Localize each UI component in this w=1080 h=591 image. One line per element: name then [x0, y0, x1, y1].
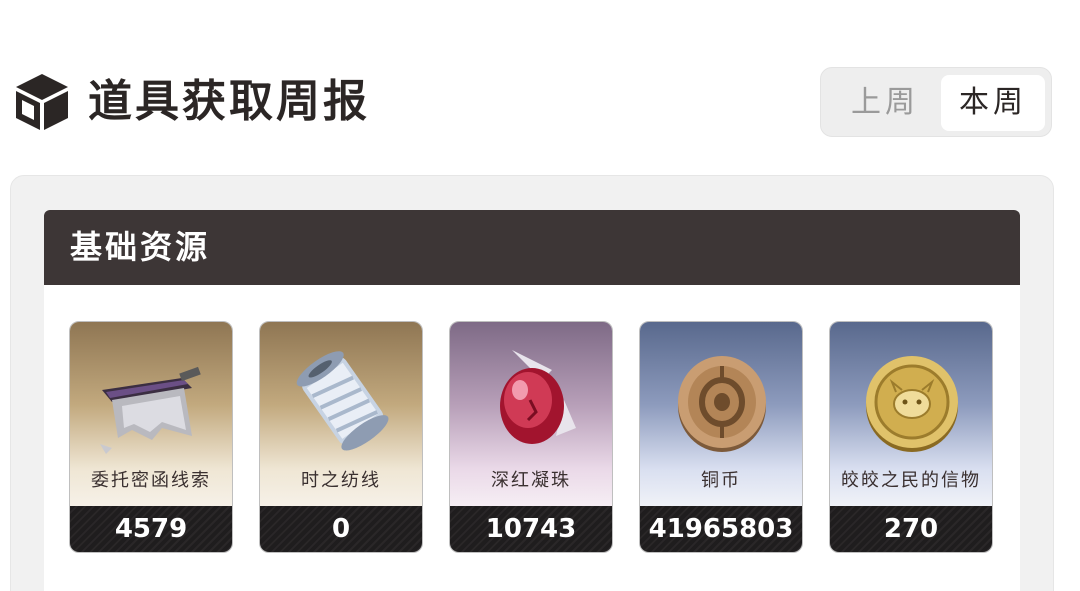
item-count: 10743 [485, 514, 577, 544]
item-count-bar: 270 [830, 506, 992, 552]
item-count-bar: 41965803 [640, 506, 802, 552]
basic-resources-section: 基础资源 委托密函线索 4579 时之纺线 0 深红凝珠 10743 铜币 41… [44, 210, 1020, 591]
item-count: 41965803 [648, 514, 794, 544]
section-title: 基础资源 [70, 228, 211, 266]
this-week-tab[interactable]: 本周 [941, 75, 1045, 131]
item-card[interactable]: 皎皎之民的信物 270 [829, 321, 993, 553]
section-header: 基础资源 [44, 210, 1020, 285]
item-count: 270 [883, 514, 939, 544]
item-count: 4579 [114, 514, 188, 544]
page-title: 道具获取周报 [88, 76, 370, 127]
item-name: 深红凝珠 [491, 470, 571, 491]
item-count-bar: 10743 [450, 506, 612, 552]
last-week-tab[interactable]: 上周 [833, 75, 937, 131]
item-card[interactable]: 深红凝珠 10743 [449, 321, 613, 553]
thread-spool-icon [296, 351, 389, 451]
item-name: 皎皎之民的信物 [841, 470, 981, 491]
item-card[interactable]: 委托密函线索 4579 [69, 321, 233, 553]
gold-token-icon [866, 356, 958, 452]
item-count-bar: 4579 [70, 506, 232, 552]
item-name: 时之纺线 [301, 470, 381, 491]
cube-icon [16, 74, 68, 130]
item-name: 铜币 [701, 470, 741, 491]
week-toggle: 上周 本周 [820, 67, 1052, 137]
scroll-icon [100, 366, 201, 454]
copper-coin-icon [678, 356, 766, 452]
weekly-report-page: 道具获取周报 上周 本周 基础资源 委托密函线索 4579 时之纺线 0 深红凝… [0, 0, 1080, 591]
item-name: 委托密函线索 [91, 470, 211, 491]
item-count-bar: 0 [260, 506, 422, 552]
item-count: 0 [331, 514, 351, 544]
item-card[interactable]: 时之纺线 0 [259, 321, 423, 553]
item-card[interactable]: 铜币 41965803 [639, 321, 803, 553]
crimson-orb-icon [500, 350, 576, 444]
report-panel: 基础资源 委托密函线索 4579 时之纺线 0 深红凝珠 10743 铜币 41… [10, 175, 1054, 591]
